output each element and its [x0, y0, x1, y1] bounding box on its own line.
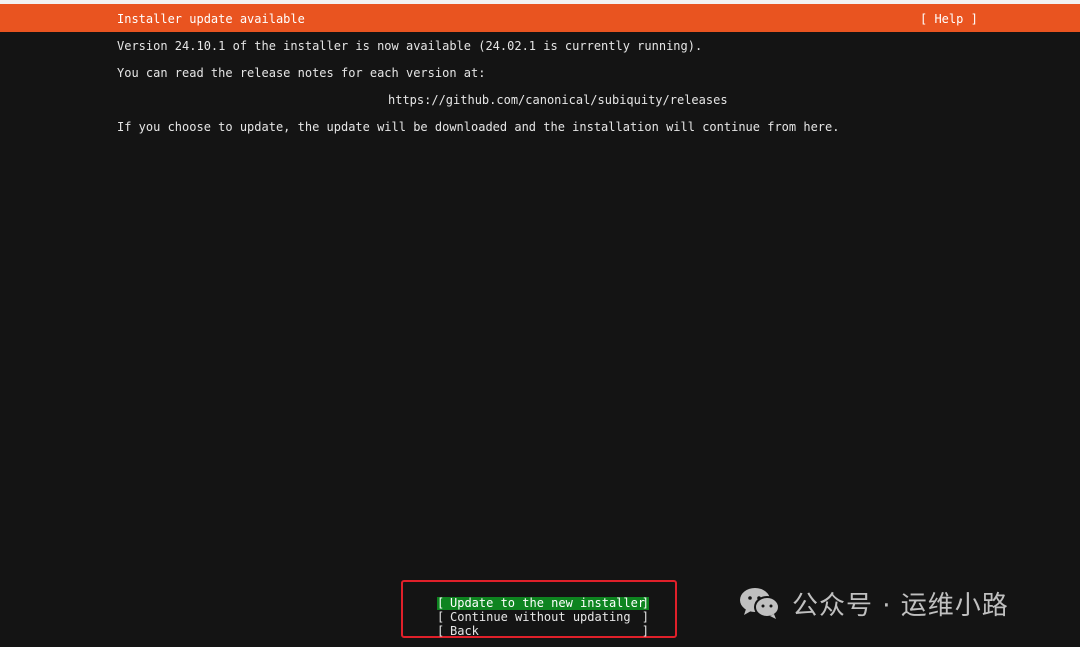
bracket-right: ]	[641, 624, 649, 638]
bracket-right: ]	[641, 610, 649, 624]
bracket-right: ]	[641, 596, 649, 610]
bracket-left: [	[437, 624, 445, 638]
release-notes-message: You can read the release notes for each …	[117, 66, 486, 80]
bracket-left: [	[437, 610, 445, 624]
update-installer-button[interactable]: [ Update to the new installer ]	[437, 597, 649, 610]
release-notes-url: https://github.com/canonical/subiquity/r…	[388, 93, 728, 107]
back-label: Back	[450, 624, 479, 638]
watermark-text: 公众号 · 运维小路	[792, 590, 1009, 621]
update-explanation: If you choose to update, the update will…	[117, 120, 840, 134]
action-button-group: [ Update to the new installer ] [ Contin…	[401, 580, 677, 638]
wechat-icon	[740, 588, 780, 619]
header-title: Installer update available	[117, 12, 305, 26]
back-button[interactable]: [ Back ]	[437, 625, 649, 638]
version-message: Version 24.10.1 of the installer is now …	[117, 39, 703, 53]
continue-without-updating-label: Continue without updating	[450, 610, 631, 624]
bracket-left: [	[437, 596, 445, 610]
header-bar: Installer update available [ Help ]	[0, 4, 1080, 32]
watermark: 公众号 · 运维小路	[738, 574, 1068, 632]
installer-screen: Installer update available [ Help ] Vers…	[0, 0, 1080, 647]
update-installer-label: Update to the new installer	[450, 596, 646, 610]
continue-without-updating-button[interactable]: [ Continue without updating ]	[437, 611, 649, 624]
help-button[interactable]: [ Help ]	[920, 12, 978, 26]
